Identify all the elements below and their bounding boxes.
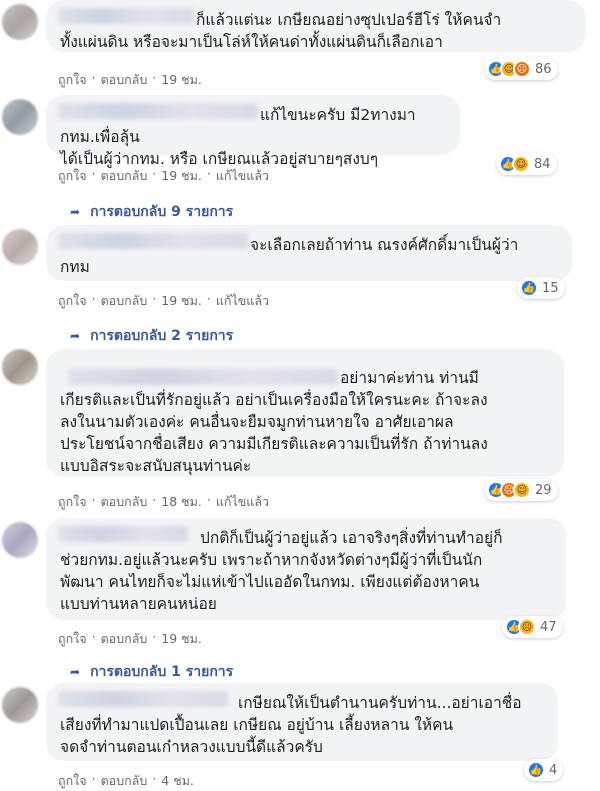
avatar[interactable] — [2, 522, 38, 558]
sad-icon: ☹ — [518, 618, 536, 636]
reaction-summary[interactable]: 👍 ☹ ☺ 29 — [484, 479, 558, 501]
reply-link[interactable]: ตอบกลับ — [101, 70, 148, 90]
reply-link[interactable]: ตอบกลับ — [101, 771, 148, 791]
separator-dot: · — [152, 70, 157, 85]
comment-bubble: ปกติก็เป็นผู้ว่าอยู่แล้ว เอาจริงๆสิ่งที่… — [46, 518, 566, 620]
separator-dot: · — [91, 70, 96, 85]
comment-bubble: อย่ามาค่ะท่าน ท่านมี เกียรติและเป็นที่รั… — [46, 349, 564, 477]
avatar[interactable] — [2, 99, 38, 135]
comment-bubble: แก้ไขนะครับ มี2ทางมา กทม.เพื่อลุ้น ได้เป… — [46, 95, 460, 168]
separator-dot: · — [152, 629, 157, 644]
comment-actions: ถูกใจ · ตอบกลับ · 19 ชม. · แก้ไขแล้ว — [58, 291, 269, 311]
edited-label[interactable]: แก้ไขแล้ว — [216, 291, 269, 311]
timestamp[interactable]: 19 ชม. — [161, 291, 202, 311]
reaction-count: 29 — [535, 482, 552, 498]
commenter-name-blurred[interactable] — [58, 526, 188, 542]
reply-link[interactable]: ตอบกลับ — [101, 291, 148, 311]
replies-count-label: การตอบกลับ 9 รายการ — [90, 204, 234, 220]
view-replies-link[interactable]: ➦ การตอบกลับ 2 รายการ — [70, 325, 233, 347]
like-icon: 👍 — [520, 279, 538, 297]
like-link[interactable]: ถูกใจ — [58, 70, 87, 90]
like-link[interactable]: ถูกใจ — [58, 629, 87, 649]
reaction-count: 84 — [534, 156, 551, 172]
reaction-summary[interactable]: 👍 4 — [524, 759, 564, 781]
timestamp[interactable]: 4 ชม. — [161, 771, 194, 791]
comment-actions: ถูกใจ · ตอบกลับ · 4 ชม. — [58, 771, 194, 791]
edited-label[interactable]: แก้ไขแล้ว — [216, 492, 269, 512]
comment-bubble: เกษียณให้เป็นตำนานครับท่าน...อย่าเอาชื่อ… — [46, 683, 558, 761]
separator-dot: · — [206, 291, 211, 306]
commenter-name-blurred[interactable] — [68, 369, 338, 385]
reaction-count: 15 — [542, 280, 559, 296]
haha-icon: ☺ — [512, 155, 530, 173]
view-replies-link[interactable]: ➦ การตอบกลับ 9 รายการ — [70, 201, 233, 223]
reply-link[interactable]: ตอบกลับ — [101, 629, 148, 649]
reaction-count: 86 — [535, 61, 552, 77]
separator-dot: · — [152, 166, 157, 181]
separator-dot: · — [91, 629, 96, 644]
like-link[interactable]: ถูกใจ — [58, 771, 87, 791]
timestamp[interactable]: 19 ชม. — [161, 166, 202, 186]
separator-dot: · — [91, 492, 96, 507]
comment-actions: ถูกใจ · ตอบกลับ · 19 ชม. — [58, 70, 202, 90]
reply-link[interactable]: ตอบกลับ — [101, 492, 148, 512]
replies-count-label: การตอบกลับ 2 รายการ — [90, 328, 234, 344]
comment-actions: ถูกใจ · ตอบกลับ · 19 ชม. · แก้ไขแล้ว — [58, 166, 269, 186]
separator-dot: · — [206, 492, 211, 507]
haha-icon: ☺ — [513, 481, 531, 499]
reaction-summary[interactable]: 👍 ☹ 47 — [502, 616, 563, 638]
like-icon: 👍 — [527, 761, 545, 779]
reply-arrow-icon: ➦ — [70, 205, 81, 219]
replies-count-label: การตอบกลับ 1 รายการ — [90, 664, 234, 680]
separator-dot: · — [91, 291, 96, 306]
commenter-name-blurred[interactable] — [58, 8, 194, 24]
separator-dot: · — [152, 492, 157, 507]
angry-icon: ☹ — [513, 60, 531, 78]
avatar[interactable] — [2, 4, 38, 40]
commenter-name-blurred[interactable] — [58, 233, 248, 249]
view-replies-link[interactable]: ➦ การตอบกลับ 1 รายการ — [70, 661, 233, 683]
like-link[interactable]: ถูกใจ — [58, 492, 87, 512]
reaction-summary[interactable]: 👍 15 — [517, 277, 565, 299]
avatar[interactable] — [2, 349, 38, 385]
separator-dot: · — [152, 771, 157, 786]
timestamp[interactable]: 19 ชม. — [161, 70, 202, 90]
reaction-count: 4 — [549, 762, 558, 778]
edited-label[interactable]: แก้ไขแล้ว — [216, 166, 269, 186]
separator-dot: · — [91, 771, 96, 786]
reply-arrow-icon: ➦ — [70, 329, 81, 343]
like-link[interactable]: ถูกใจ — [58, 166, 87, 186]
commenter-name-blurred[interactable] — [58, 103, 258, 119]
timestamp[interactable]: 18 ชม. — [161, 492, 202, 512]
comment-bubble: จะเลือกเลยถ้าท่าน ณรงค์ศักดิ์มาเป็นผู้ว่… — [46, 225, 572, 281]
comment-actions: ถูกใจ · ตอบกลับ · 19 ชม. — [58, 629, 202, 649]
avatar[interactable] — [2, 229, 38, 265]
separator-dot: · — [152, 291, 157, 306]
commenter-name-blurred[interactable] — [58, 691, 228, 707]
reaction-summary[interactable]: 👍 ☺ 84 — [496, 153, 557, 175]
comment-bubble: ก็แล้วแต่นะ เกษียณอย่างซุปเปอร์ฮีโร่ ให้… — [46, 0, 586, 52]
timestamp[interactable]: 19 ชม. — [161, 629, 202, 649]
comment-actions: ถูกใจ · ตอบกลับ · 18 ชม. · แก้ไขแล้ว — [58, 492, 269, 512]
separator-dot: · — [206, 166, 211, 181]
reaction-count: 47 — [540, 619, 557, 635]
like-link[interactable]: ถูกใจ — [58, 291, 87, 311]
avatar[interactable] — [2, 687, 38, 723]
separator-dot: · — [91, 166, 96, 181]
reply-link[interactable]: ตอบกลับ — [101, 166, 148, 186]
reaction-summary[interactable]: 👍 ☺ ☹ 86 — [484, 58, 558, 80]
reply-arrow-icon: ➦ — [70, 665, 81, 679]
